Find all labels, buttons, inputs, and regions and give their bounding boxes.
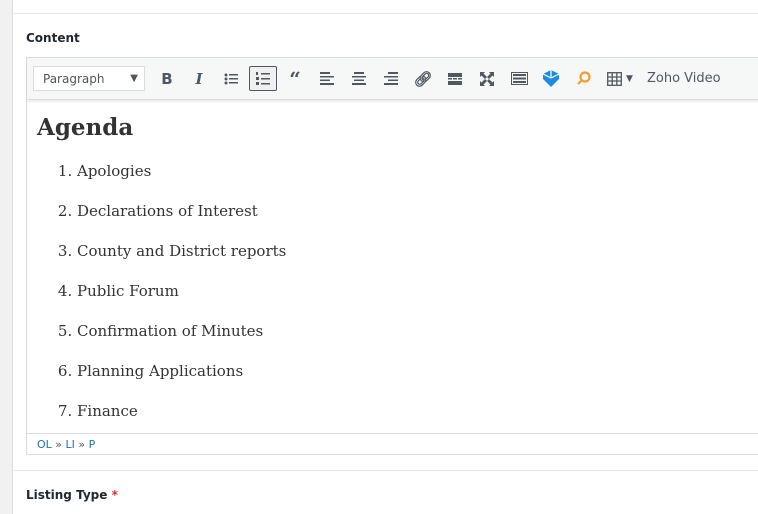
listing-type-text: Listing Type [26, 488, 108, 502]
hexagon-plugin-icon [543, 70, 559, 87]
align-center-icon [352, 72, 366, 85]
required-marker: * [111, 488, 118, 502]
table-icon [607, 71, 622, 86]
bulleted-list-icon [224, 73, 238, 84]
align-right-icon [384, 72, 398, 85]
path-li[interactable]: LI [66, 438, 75, 451]
align-left-icon [320, 72, 334, 85]
bold-icon: B [161, 69, 173, 88]
divider [14, 13, 758, 14]
format-select[interactable]: Paragraph ▼ [33, 66, 145, 91]
agenda-list: Apologies Declarations of Interest Count… [37, 161, 758, 433]
italic-button[interactable]: I [185, 66, 213, 91]
list-item: Planning Applications [77, 361, 758, 401]
bold-button[interactable]: B [153, 66, 181, 91]
numbered-list-icon [256, 72, 270, 85]
divider [14, 470, 758, 471]
path-ol[interactable]: OL [37, 438, 52, 451]
editor-content[interactable]: Agenda Apologies Declarations of Interes… [27, 100, 758, 433]
keyboard-button[interactable] [505, 66, 533, 91]
list-item: Confirmation of Minutes [77, 321, 758, 361]
numbered-list-button[interactable] [249, 66, 277, 91]
read-more-icon [448, 72, 462, 85]
content-label: Content [26, 31, 80, 45]
list-item: Finance [77, 401, 758, 433]
list-item: Public Forum [77, 281, 758, 321]
left-gutter [0, 0, 13, 514]
path-separator: » [78, 438, 86, 451]
align-center-button[interactable] [345, 66, 373, 91]
search-plugin-button[interactable] [569, 66, 597, 91]
path-p[interactable]: P [89, 438, 96, 451]
listing-type-label: Listing Type * [26, 488, 118, 502]
fullscreen-icon [480, 71, 494, 86]
chevron-down-icon: ▼ [130, 73, 138, 84]
search-plugin-icon [576, 71, 591, 85]
element-path: OL » LI » P [27, 433, 758, 455]
list-item: Declarations of Interest [77, 201, 758, 241]
align-left-button[interactable] [313, 66, 341, 91]
editor-toolbar: Paragraph ▼ B I “ 🔗︎ ▼ Zoho Video [27, 58, 758, 100]
list-item: Apologies [77, 161, 758, 201]
link-icon: 🔗︎ [413, 69, 433, 88]
list-item: County and District reports [77, 241, 758, 281]
rich-text-editor: Paragraph ▼ B I “ 🔗︎ ▼ Zoho Video Agenda … [26, 57, 758, 455]
keyboard-icon [510, 72, 528, 85]
link-button[interactable]: 🔗︎ [409, 66, 437, 91]
table-button[interactable]: ▼ [601, 66, 639, 91]
zoho-video-button[interactable]: Zoho Video [647, 71, 721, 86]
agenda-heading: Agenda [37, 114, 134, 141]
blockquote-button[interactable]: “ [281, 66, 309, 91]
bulleted-list-button[interactable] [217, 66, 245, 91]
read-more-button[interactable] [441, 66, 469, 91]
fullscreen-button[interactable] [473, 66, 501, 91]
italic-icon: I [195, 69, 203, 88]
blockquote-icon: “ [289, 66, 301, 91]
chevron-down-icon: ▼ [626, 73, 633, 84]
path-separator: » [55, 438, 63, 451]
format-select-value: Paragraph [43, 71, 105, 86]
align-right-button[interactable] [377, 66, 405, 91]
hexagon-plugin-button[interactable] [537, 66, 565, 91]
